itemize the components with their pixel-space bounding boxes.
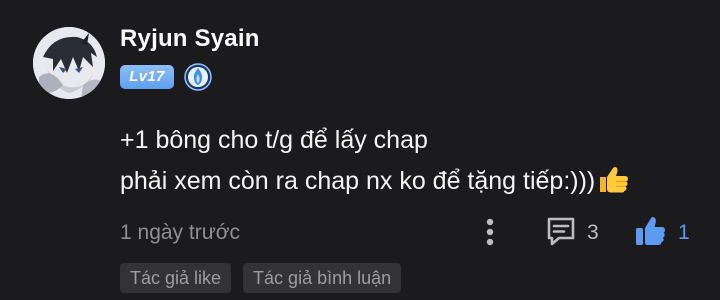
comment-line-1: +1 bông cho t/g để lấy chap: [120, 126, 428, 154]
reply-button[interactable]: 3: [545, 216, 599, 250]
like-button[interactable]: 1: [634, 215, 690, 251]
tag-list: Tác giả like Tác giả bình luận: [120, 263, 402, 293]
comment-line-2-text: phải xem còn ra chap nx ko để tặng tiếp:…: [120, 167, 596, 195]
username[interactable]: Ryjun Syain: [120, 25, 260, 53]
comment-card: Ryjun Syain Lv17 +1 bông cho t/g để lấy …: [0, 0, 720, 300]
comment-icon: [545, 215, 577, 252]
tag-author-liked: Tác giả like: [120, 263, 232, 293]
reply-count: 3: [587, 221, 599, 244]
vertical-dots-icon[interactable]: [482, 218, 498, 246]
thumbs-up-icon: [634, 215, 666, 252]
avatar[interactable]: [33, 27, 105, 99]
comment-line-2: phải xem còn ra chap nx ko để tặng tiếp:…: [120, 161, 629, 206]
avatar-image: [33, 27, 105, 99]
comment-text: +1 bông cho t/g để lấy chap phải xem còn…: [120, 120, 629, 206]
like-count: 1: [678, 221, 690, 244]
level-badge: Lv17: [120, 65, 174, 89]
blue-flame-badge-icon: [184, 63, 212, 91]
thumbs-up-emoji-icon: [597, 165, 629, 206]
timestamp: 1 ngày trước: [120, 221, 241, 244]
tag-author-replied: Tác giả bình luận: [243, 263, 402, 293]
